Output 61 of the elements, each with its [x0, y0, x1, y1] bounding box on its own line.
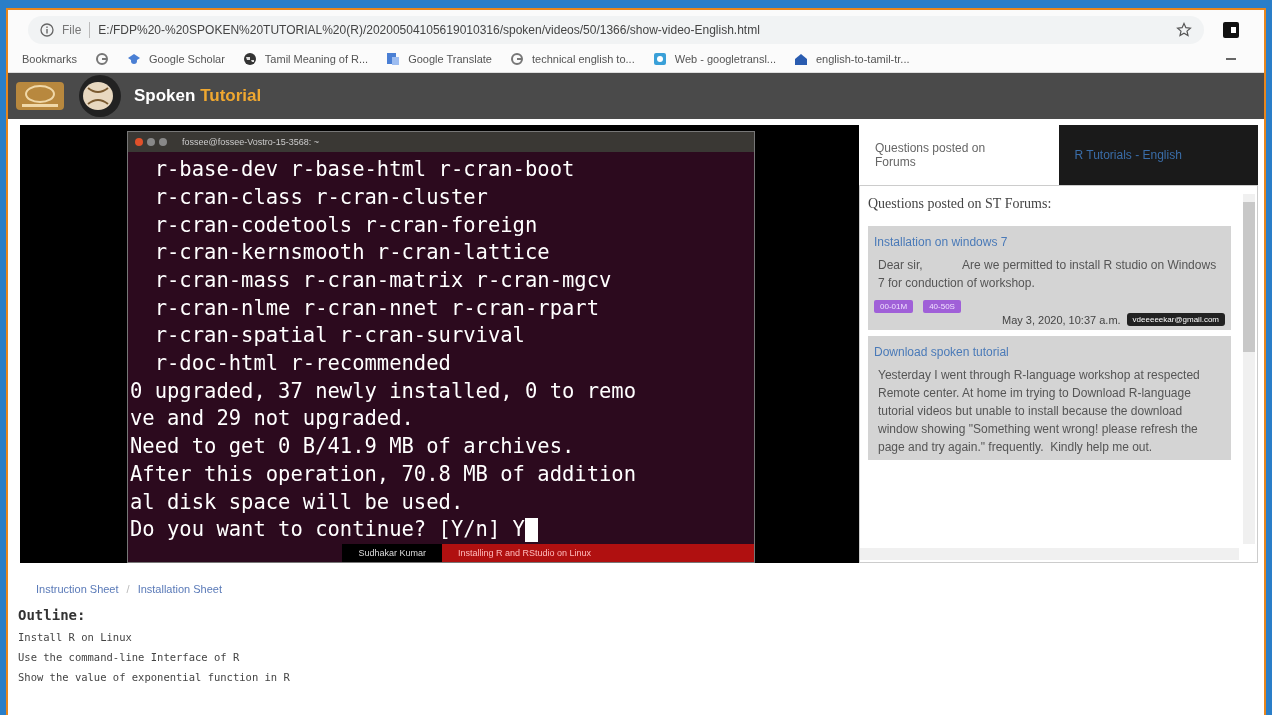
- post-title-link[interactable]: Download spoken tutorial: [874, 345, 1009, 359]
- outline-heading: Outline:: [17, 606, 87, 625]
- title-caption: Installing R and RStudio on Linux: [442, 544, 754, 562]
- globe-icon: [242, 52, 257, 66]
- post-body: Dear sir, Are we permitted to install R studio on Windows 7 for conduction of workshop.: [878, 257, 1218, 292]
- video-player[interactable]: [20, 125, 859, 563]
- bookmark-label: english-to-tamil-tr...: [816, 53, 910, 65]
- terminal-line: r-base-dev r-base-html r-cran-boot: [153, 156, 575, 184]
- web-icon: [652, 52, 667, 66]
- bookmarks-label[interactable]: Bookmarks: [22, 53, 78, 65]
- bookmark-label: Tamil Meaning of R...: [264, 53, 369, 65]
- sidebar-tab[interactable]: Questions posted on Forums: [859, 125, 1059, 185]
- url-text: E:/FDP%20-%20SPOKEN%20TUTORIAL%20(R)/20200504105619010316/spoken/videos/50/1366/show-video-English.html: [98, 23, 761, 37]
- terminal-line: ve and 29 not upgraded.: [130, 405, 414, 433]
- post-date: May 3, 2020, 10:37 a.m.: [1001, 313, 1121, 326]
- extension-icon[interactable]: [1222, 21, 1240, 39]
- terminal-line: r-cran-kernsmooth r-cran-lattice: [153, 239, 550, 267]
- terminal-line: r-cran-class r-cran-cluster: [153, 183, 488, 211]
- outline-item: Install R on Linux: [17, 630, 133, 645]
- info-icon: [40, 23, 54, 37]
- document-icon: [386, 52, 401, 66]
- author-caption: Sudhakar Kumar: [342, 544, 442, 562]
- site-title[interactable]: Spoken Tutorial: [134, 86, 262, 106]
- terminal-line: Need to get 0 B/41.9 MB of archives.: [130, 433, 575, 461]
- user-badge: vdeeeeekar@gmail.com: [1126, 313, 1225, 326]
- terminal-line: After this operation, 70.8 MB of addition: [130, 460, 637, 488]
- separator: /: [126, 583, 130, 595]
- outline-item: Show the value of exponential function in R: [17, 670, 291, 685]
- cap-icon: [127, 52, 142, 66]
- scheme-label: File: [62, 23, 82, 37]
- terminal-line: r-doc-html r-recommended: [153, 350, 451, 378]
- bookmark-label: Google Scholar: [149, 53, 225, 65]
- outline-item: Use the command-line Interface of R: [17, 650, 241, 665]
- terminal-line: r-cran-codetools r-cran-foreign: [153, 211, 538, 239]
- forum-heading: Questions posted on ST Forums:: [868, 196, 1053, 212]
- sheet-link[interactable]: Installation Sheet: [137, 583, 222, 595]
- g-letter-icon: [95, 52, 110, 66]
- tag-badge[interactable]: 00-01M: [874, 300, 914, 313]
- address-bar[interactable]: File E:/FDP%20-%20SPOKEN%20TUTORIAL%20(R)/20200504105619010316/spoken/videos/50/1366/show-video-English.html: [28, 16, 1204, 44]
- window-controls-icon[interactable]: [134, 137, 168, 148]
- sidebar-tab[interactable]: R Tutorials - English: [1058, 125, 1258, 185]
- terminal-line: r-cran-mass r-cran-matrix r-cran-mgcv: [153, 266, 612, 294]
- terminal-line: 0 upgraded, 37 newly installed, 0 to remo: [130, 377, 637, 405]
- terminal-line: al disk space will be used.: [130, 488, 464, 516]
- terminal-title: fossee@fossee-Vostro-15-3568: ~: [182, 137, 319, 148]
- house-icon: [794, 52, 808, 66]
- bookmark-label: Web - googletransl...: [674, 53, 776, 65]
- bookmark-label: technical english to...: [531, 53, 635, 65]
- post-title-link[interactable]: Installation on windows 7: [874, 235, 1008, 249]
- star-icon[interactable]: [1176, 22, 1192, 38]
- g-letter-icon: [509, 52, 524, 66]
- terminal-line: r-cran-spatial r-cran-survival: [153, 322, 525, 350]
- sheet-link[interactable]: Instruction Sheet: [36, 583, 119, 595]
- scrollbar[interactable]: [860, 548, 1239, 560]
- scrollbar[interactable]: [1243, 194, 1255, 544]
- terminal-line: Do you want to continue? [Y/n] Y: [130, 516, 525, 544]
- post-body: Yesterday I went through R-language workshop at respected Remote center. At home im trying to Download R-language tutorial videos but unable to install because the download window showing "Something went wrong! please refresh the page and try again." frequently. Kindly help me out.: [878, 367, 1201, 456]
- tag-badge[interactable]: 40-50S: [923, 300, 961, 313]
- bookmark-label: Google Translate: [408, 53, 492, 65]
- logo-icon: [78, 74, 122, 118]
- terminal-line: r-cran-nlme r-cran-nnet r-cran-rpart: [153, 294, 599, 322]
